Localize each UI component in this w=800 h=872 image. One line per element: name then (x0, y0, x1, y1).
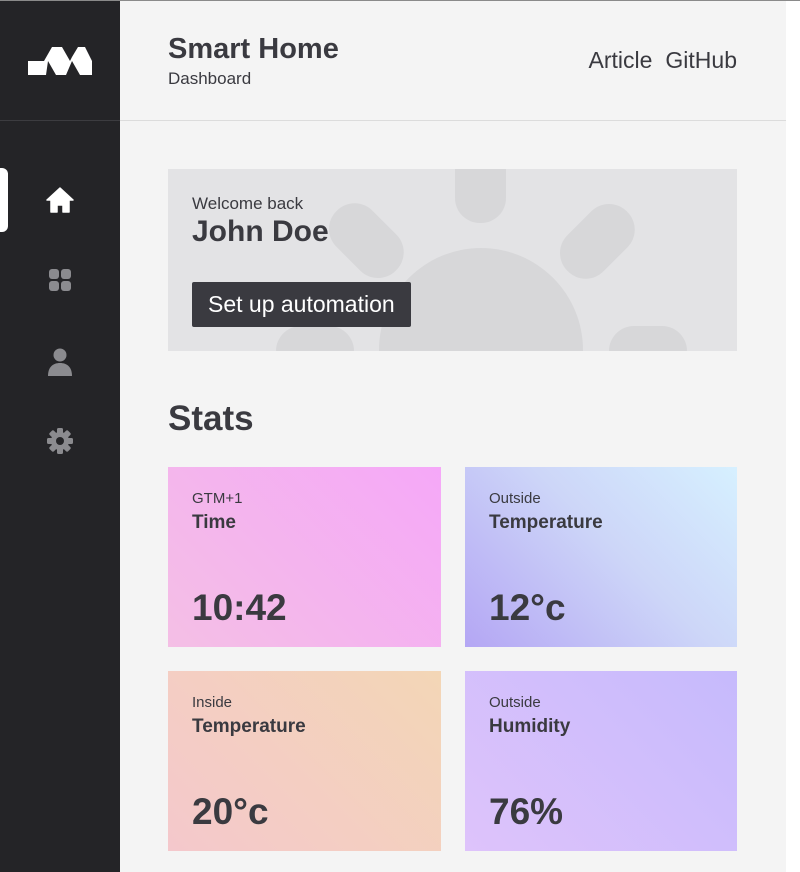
card-label: Outside (489, 694, 541, 711)
scrollbar-track[interactable] (786, 1, 800, 872)
top-header: Smart Home Dashboard Article GitHub (120, 1, 786, 121)
card-title: Time (192, 512, 237, 533)
app-subtitle: Dashboard (168, 69, 252, 88)
card-label: Outside (489, 490, 541, 507)
sidebar-item-settings[interactable] (0, 408, 120, 472)
logo-area (0, 1, 120, 121)
card-title: Humidity (489, 716, 571, 737)
gear-icon (47, 428, 73, 454)
stat-card-outside-humidity: Outside Humidity 76% (465, 671, 737, 851)
sidebar-item-home[interactable] (0, 168, 120, 232)
stats-heading: Stats (168, 399, 254, 438)
header-links: Article GitHub (576, 47, 738, 74)
card-value: 76% (489, 791, 564, 832)
sidebar-item-profile[interactable] (0, 328, 120, 392)
main-content: Smart Home Dashboard Article GitHub Welco… (120, 1, 786, 872)
welcome-greeting: Welcome back (192, 194, 304, 213)
sidebar-item-apps[interactable] (0, 248, 120, 312)
user-icon (48, 348, 72, 376)
card-title: Temperature (489, 512, 603, 533)
github-link[interactable]: GitHub (665, 47, 737, 73)
stat-card-time: GTM+1 Time 10:42 (168, 467, 441, 647)
brand-logo[interactable] (28, 47, 92, 75)
sidebar (0, 1, 120, 872)
stat-card-inside-temperature: Inside Temperature 20°c (168, 671, 441, 851)
article-link[interactable]: Article (589, 47, 653, 73)
app-title: Smart Home (168, 33, 339, 65)
card-value: 12°c (489, 587, 566, 628)
card-label: GTM+1 (192, 490, 243, 507)
card-value: 20°c (192, 791, 269, 832)
card-value: 10:42 (192, 587, 287, 628)
user-name: John Doe (192, 215, 329, 248)
welcome-banner: Welcome back John Doe Set up automation (168, 169, 737, 351)
home-icon (46, 187, 74, 213)
setup-automation-button[interactable]: Set up automation (192, 282, 411, 327)
card-label: Inside (192, 694, 233, 711)
grid-icon (49, 269, 71, 291)
card-title: Temperature (192, 716, 306, 737)
stat-card-outside-temperature: Outside Temperature 12°c (465, 467, 737, 647)
